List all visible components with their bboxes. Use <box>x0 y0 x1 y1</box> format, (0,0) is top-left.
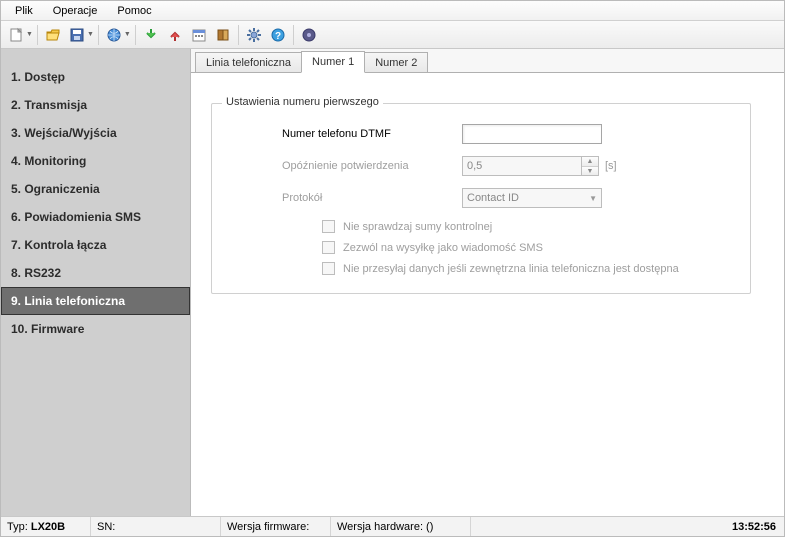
sidebar-item-monitoring[interactable]: 4. Monitoring <box>1 147 190 175</box>
delay-unit: [s] <box>605 160 617 172</box>
sidebar-item-transmisja[interactable]: 2. Transmisja <box>1 91 190 119</box>
upload-icon[interactable] <box>164 24 186 46</box>
sidebar-item-rs232[interactable]: 8. RS232 <box>1 259 190 287</box>
help-icon[interactable]: ? <box>267 24 289 46</box>
separator <box>37 25 38 45</box>
status-fw-label: Wersja firmware: <box>227 521 309 533</box>
book-icon[interactable] <box>212 24 234 46</box>
protocol-label: Protokół <box>282 192 462 204</box>
status-type-label: Typ: <box>7 521 28 533</box>
dropdown-icon[interactable]: ▼ <box>26 31 33 38</box>
calendar-icon[interactable] <box>188 24 210 46</box>
chk-sms-label: Zezwól na wysyłkę jako wiadomość SMS <box>343 242 543 254</box>
sidebar-item-wejscia-wyjscia[interactable]: 3. Wejścia/Wyjścia <box>1 119 190 147</box>
main-panel: Linia telefoniczna Numer 1 Numer 2 Ustaw… <box>191 49 784 516</box>
new-icon[interactable] <box>5 24 27 46</box>
menubar: Plik Operacje Pomoc <box>1 1 784 21</box>
chk-suma-kontrolna-label: Nie sprawdzaj sumy kontrolnej <box>343 221 492 233</box>
menu-pomoc[interactable]: Pomoc <box>107 3 161 19</box>
sidebar-item-dostep[interactable]: 1. Dostęp <box>1 63 190 91</box>
separator <box>135 25 136 45</box>
delay-spinner: 0,5 <box>462 156 582 176</box>
groupbox-legend: Ustawienia numeru pierwszego <box>222 96 383 108</box>
statusbar: Typ: LX20B SN: Wersja firmware: Wersja h… <box>1 516 784 536</box>
dropdown-icon[interactable]: ▼ <box>124 31 131 38</box>
chevron-down-icon: ▼ <box>589 194 597 203</box>
menu-plik[interactable]: Plik <box>5 3 43 19</box>
dropdown-icon[interactable]: ▼ <box>87 31 94 38</box>
status-type-value: LX20B <box>31 521 65 533</box>
chk-suma-kontrolna <box>322 220 335 233</box>
delay-spin-buttons: ▲ ▼ <box>582 156 599 176</box>
spin-up-icon: ▲ <box>582 157 598 166</box>
separator <box>293 25 294 45</box>
separator <box>98 25 99 45</box>
globe-icon[interactable] <box>103 24 125 46</box>
sidebar: 1. Dostęp 2. Transmisja 3. Wejścia/Wyjśc… <box>1 49 191 516</box>
sidebar-item-linia-telefoniczna[interactable]: 9. Linia telefoniczna <box>1 287 190 315</box>
menu-operacje[interactable]: Operacje <box>43 3 108 19</box>
delay-label: Opóźnienie potwierdzenia <box>282 160 462 172</box>
sidebar-item-ograniczenia[interactable]: 5. Ograniczenia <box>1 175 190 203</box>
tab-numer-1[interactable]: Numer 1 <box>301 51 365 73</box>
tab-linia-telefoniczna[interactable]: Linia telefoniczna <box>195 52 302 72</box>
sidebar-item-firmware[interactable]: 10. Firmware <box>1 315 190 343</box>
chk-linia-dostepna <box>322 262 335 275</box>
sidebar-item-powiadomienia-sms[interactable]: 6. Powiadomienia SMS <box>1 203 190 231</box>
status-clock: 13:52:56 <box>724 521 784 533</box>
status-sn-label: SN: <box>97 521 115 533</box>
tab-bar: Linia telefoniczna Numer 1 Numer 2 <box>191 49 784 73</box>
status-hw-label: Wersja hardware: () <box>337 521 433 533</box>
chk-linia-dostepna-label: Nie przesyłaj danych jeśli zewnętrzna li… <box>343 263 679 275</box>
toolbar: ▼ ▼ ▼ ? <box>1 21 784 49</box>
tab-numer-2[interactable]: Numer 2 <box>364 52 428 72</box>
open-icon[interactable] <box>42 24 64 46</box>
spin-down-icon: ▼ <box>582 166 598 175</box>
separator <box>238 25 239 45</box>
sidebar-item-kontrola-lacza[interactable]: 7. Kontrola łącza <box>1 231 190 259</box>
svg-text:?: ? <box>275 31 281 42</box>
phone-input[interactable] <box>462 124 602 144</box>
save-icon[interactable] <box>66 24 88 46</box>
protocol-combo: Contact ID ▼ <box>462 188 602 208</box>
gear-icon[interactable] <box>243 24 265 46</box>
network-icon[interactable] <box>298 24 320 46</box>
phone-label: Numer telefonu DTMF <box>282 128 462 140</box>
protocol-value: Contact ID <box>467 192 519 204</box>
tab-panel-numer-1: Ustawienia numeru pierwszego Numer telef… <box>191 73 784 516</box>
groupbox-ustawienia-numeru: Ustawienia numeru pierwszego Numer telef… <box>211 103 751 294</box>
download-icon[interactable] <box>140 24 162 46</box>
chk-sms <box>322 241 335 254</box>
